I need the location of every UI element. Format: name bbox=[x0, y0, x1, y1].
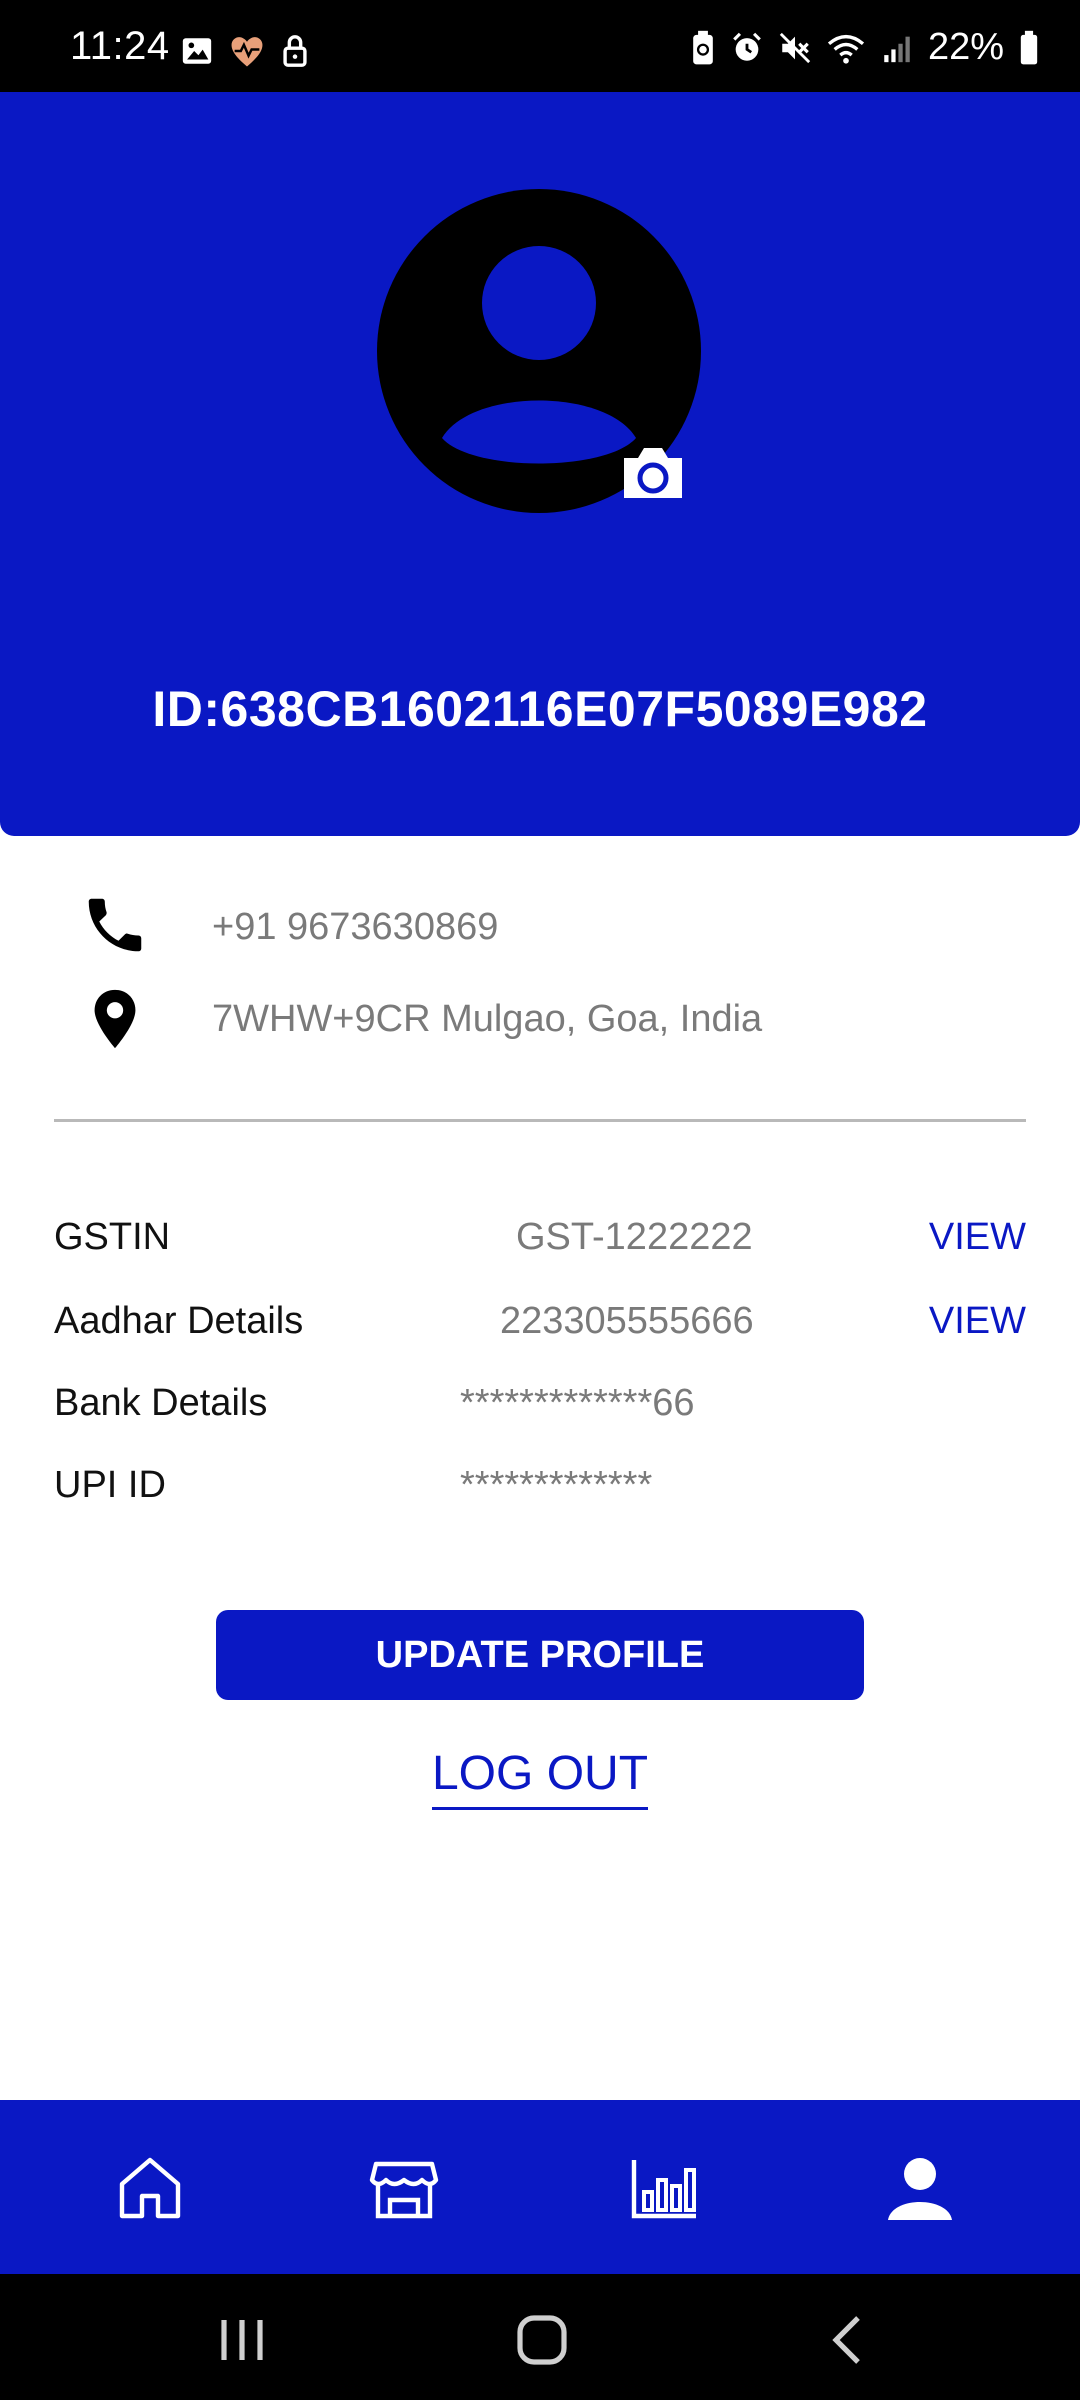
aadhar-value: 223305555666 bbox=[500, 1300, 754, 1342]
nav-analytics[interactable] bbox=[624, 2148, 704, 2228]
gstin-row: GSTIN GST-1222222 VIEW bbox=[0, 1216, 1080, 1276]
wifi-icon bbox=[827, 34, 865, 64]
home-button-icon[interactable] bbox=[512, 2310, 572, 2370]
aadhar-row: Aadhar Details 223305555666 VIEW bbox=[0, 1300, 1080, 1360]
bank-value: *************66 bbox=[460, 1382, 695, 1424]
aadhar-view-button[interactable]: VIEW bbox=[929, 1300, 1026, 1343]
recents-icon[interactable] bbox=[212, 2310, 272, 2370]
logout-button[interactable]: LOG OUT bbox=[431, 1746, 649, 1810]
address-row: 7WHW+9CR Mulgao, Goa, India bbox=[0, 984, 1080, 1064]
divider bbox=[54, 1119, 1026, 1122]
upi-label: UPI ID bbox=[54, 1464, 166, 1506]
phone-icon bbox=[88, 898, 142, 952]
home-icon bbox=[119, 2157, 181, 2219]
status-time: 11:24 bbox=[70, 24, 170, 68]
logout-container: LOG OUT bbox=[0, 1746, 1080, 1810]
gstin-value: GST-1222222 bbox=[516, 1216, 753, 1258]
nav-profile[interactable] bbox=[880, 2148, 960, 2228]
battery-icon bbox=[1020, 30, 1038, 64]
status-right-icons: 22% bbox=[690, 26, 1040, 69]
nav-home[interactable] bbox=[110, 2148, 190, 2228]
mute-icon bbox=[779, 32, 811, 63]
store-icon bbox=[369, 2161, 439, 2219]
gstin-view-button[interactable]: VIEW bbox=[929, 1216, 1026, 1259]
aadhar-label: Aadhar Details bbox=[54, 1300, 304, 1342]
bank-label: Bank Details bbox=[54, 1382, 268, 1424]
profile-avatar[interactable] bbox=[376, 188, 702, 514]
phone-row: +91 9673630869 bbox=[0, 890, 1080, 970]
camera-icon[interactable] bbox=[618, 444, 688, 502]
back-icon[interactable] bbox=[818, 2310, 878, 2370]
health-icon bbox=[231, 37, 263, 67]
gstin-label: GSTIN bbox=[54, 1216, 171, 1258]
system-nav-bar bbox=[0, 2274, 1080, 2400]
bottom-nav bbox=[0, 2100, 1080, 2274]
status-left-icons bbox=[180, 34, 310, 68]
profile-id: ID:638CB1602116E07F5089E982 bbox=[152, 681, 928, 737]
analytics-icon bbox=[631, 2160, 696, 2219]
location-pin-icon bbox=[94, 989, 136, 1049]
upi-value: ************* bbox=[460, 1464, 653, 1506]
battery-percentage: 22% bbox=[927, 26, 1004, 68]
battery-saver-icon bbox=[693, 30, 713, 64]
address-text: 7WHW+9CR Mulgao, Goa, India bbox=[212, 998, 763, 1040]
update-profile-button[interactable]: UPDATE PROFILE bbox=[216, 1610, 864, 1700]
signal-icon bbox=[884, 36, 910, 62]
bank-row: Bank Details *************66 bbox=[0, 1382, 1080, 1442]
profile-icon bbox=[888, 2158, 952, 2220]
upi-row: UPI ID ************* bbox=[0, 1464, 1080, 1524]
status-bar: 11:24 22% bbox=[0, 0, 1080, 92]
lock-icon bbox=[283, 35, 307, 67]
phone-number: +91 9673630869 bbox=[212, 906, 499, 948]
gallery-icon bbox=[182, 38, 212, 64]
profile-header: ID:638CB1602116E07F5089E982 bbox=[0, 92, 1080, 836]
alarm-icon bbox=[733, 32, 761, 61]
nav-store[interactable] bbox=[364, 2148, 444, 2228]
